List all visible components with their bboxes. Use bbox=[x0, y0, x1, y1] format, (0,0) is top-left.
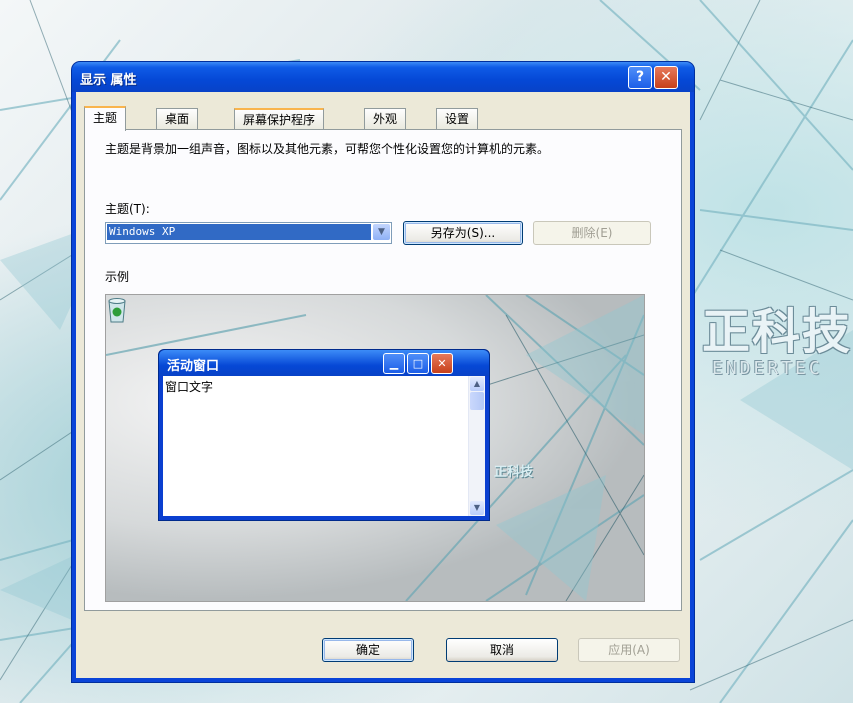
sample-window-titlebar: 活动窗口 ▁ □ ✕ bbox=[159, 350, 489, 376]
themes-description: 主题是背景加一组声音，图标以及其他元素，可帮您个性化设置您的计算机的元素。 bbox=[105, 142, 550, 156]
wallpaper-brand-sub: ENDERTEC bbox=[712, 358, 823, 379]
display-properties-dialog: 显示 属性 ? ✕ 主题 桌面 屏幕保护程序 外观 设置 主题是背景加一组声音，… bbox=[72, 62, 694, 682]
delete-button[interactable]: 删除(E) bbox=[533, 221, 651, 245]
scroll-thumb bbox=[470, 392, 484, 410]
minimize-icon: ▁ bbox=[383, 353, 405, 374]
cancel-button[interactable]: 取消 bbox=[446, 638, 558, 662]
close-icon: ✕ bbox=[431, 353, 453, 374]
save-as-button[interactable]: 另存为(S)... bbox=[403, 221, 523, 245]
ok-button[interactable]: 确定 bbox=[322, 638, 414, 662]
tab-themes[interactable]: 主题 bbox=[84, 106, 127, 131]
sample-scrollbar: ▲ ▼ bbox=[468, 376, 485, 516]
theme-dropdown-value: Windows XP bbox=[107, 224, 371, 240]
help-icon[interactable]: ? bbox=[628, 66, 652, 89]
sample-active-window: 活动窗口 ▁ □ ✕ 窗口文字 ▲ ▼ bbox=[158, 349, 490, 521]
theme-dropdown[interactable]: Windows XP ▼ bbox=[105, 222, 392, 244]
tab-desktop[interactable]: 桌面 bbox=[156, 108, 199, 129]
themes-panel: 主题是背景加一组声音，图标以及其他元素，可帮您个性化设置您的计算机的元素。 主题… bbox=[84, 129, 682, 611]
dialog-titlebar[interactable]: 显示 属性 ? ✕ bbox=[72, 62, 694, 92]
apply-button[interactable]: 应用(A) bbox=[578, 638, 680, 662]
close-icon[interactable]: ✕ bbox=[654, 66, 678, 89]
theme-preview: 正科技 活动窗口 ▁ □ ✕ 窗口文字 ▲ ▼ bbox=[105, 294, 645, 602]
tab-screensaver[interactable]: 屏幕保护程序 bbox=[234, 108, 325, 130]
sample-window-body: 窗口文字 ▲ ▼ bbox=[163, 376, 485, 516]
tab-appearance[interactable]: 外观 bbox=[364, 108, 407, 129]
scroll-down-icon: ▼ bbox=[470, 501, 484, 515]
theme-label: 主题(T): bbox=[105, 202, 150, 216]
sample-window-text: 窗口文字 bbox=[165, 380, 214, 394]
dialog-client-area: 主题 桌面 屏幕保护程序 外观 设置 主题是背景加一组声音，图标以及其他元素，可… bbox=[76, 92, 690, 678]
sample-label: 示例 bbox=[105, 270, 130, 284]
recycle-bin-icon bbox=[108, 298, 126, 323]
sample-window-title: 活动窗口 bbox=[167, 359, 220, 374]
scroll-up-icon: ▲ bbox=[470, 377, 484, 391]
dialog-title: 显示 属性 bbox=[80, 73, 137, 88]
wallpaper-brand-text: 正科技 bbox=[702, 304, 853, 360]
tab-settings[interactable]: 设置 bbox=[436, 108, 479, 129]
chevron-down-icon[interactable]: ▼ bbox=[373, 224, 390, 240]
maximize-icon: □ bbox=[407, 353, 429, 374]
preview-brand-text: 正科技 bbox=[494, 465, 534, 480]
